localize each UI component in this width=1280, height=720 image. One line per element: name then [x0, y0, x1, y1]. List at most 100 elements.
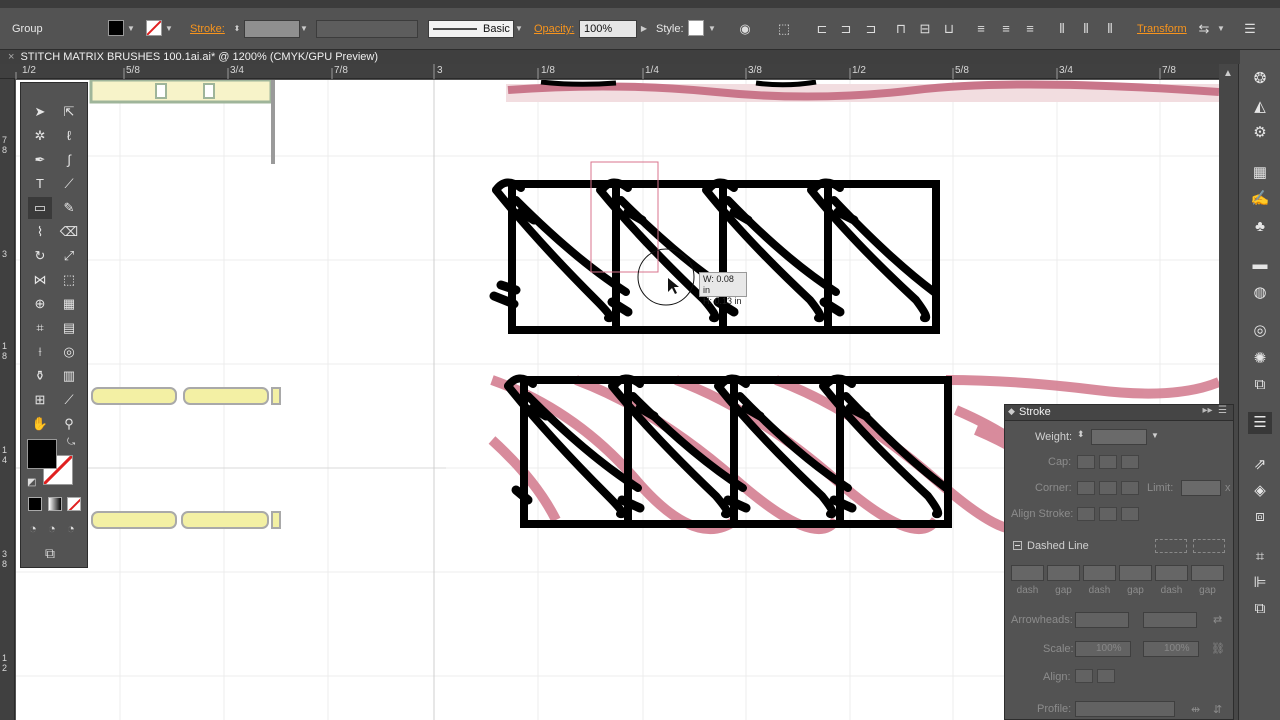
start-scale-field[interactable]: 100%	[1075, 641, 1131, 657]
artboards-icon[interactable]: ⧈	[1248, 506, 1272, 528]
swatches-icon[interactable]: ▦	[1248, 162, 1272, 184]
start-arrowhead-select[interactable]	[1075, 612, 1129, 628]
document-tab[interactable]: × STITCH MATRIX BRUSHES 100.1ai.ai* @ 120…	[0, 50, 1240, 64]
draw-normal-icon[interactable]: ◔	[29, 521, 37, 536]
align-left-icon[interactable]: ⊏	[814, 21, 830, 37]
magic-wand-icon[interactable]: ✲	[28, 125, 52, 147]
perspective-icon[interactable]: ▦	[57, 293, 81, 315]
align-hcenter-icon[interactable]: ⊐	[838, 21, 854, 37]
graphic-styles-icon[interactable]: ✺	[1248, 348, 1272, 370]
graphic-style-swatch[interactable]	[688, 20, 704, 36]
gap-field-3[interactable]	[1191, 565, 1224, 581]
symbols-icon[interactable]: ♣	[1248, 216, 1272, 238]
swap-colors-icon[interactable]: ⤿	[67, 437, 75, 448]
align-outside-icon[interactable]	[1121, 507, 1139, 521]
select-similar-icon[interactable]: ⬚	[776, 21, 792, 37]
opacity-label[interactable]: Opacity:	[534, 20, 574, 38]
export-icon[interactable]: ⇗	[1248, 454, 1272, 476]
selection-icon[interactable]: ➤	[28, 101, 52, 123]
distribute-right-icon[interactable]: ⦀	[1102, 21, 1118, 37]
gradient-panel-icon[interactable]: ▬	[1248, 254, 1272, 276]
fill-swatch[interactable]	[108, 20, 124, 36]
rotate-icon[interactable]: ↻	[28, 245, 52, 267]
mesh-icon[interactable]: ⌗	[28, 317, 52, 339]
link-scale-icon[interactable]: ⛓	[1211, 642, 1225, 655]
graph-icon[interactable]: ▥	[57, 365, 81, 387]
dash-field-3[interactable]	[1155, 565, 1188, 581]
distribute-hcenter-icon[interactable]: ⦀	[1078, 21, 1094, 37]
gap-field-1[interactable]	[1047, 565, 1080, 581]
screen-mode-icon[interactable]: ⧉	[45, 545, 55, 562]
align-dash-icon[interactable]	[1193, 539, 1225, 553]
variable-width-profile[interactable]	[316, 20, 418, 38]
align-panel-icon[interactable]: ⊫	[1248, 572, 1272, 594]
transform-link[interactable]: Transform	[1137, 20, 1187, 38]
stroke-weight-dropdown-icon[interactable]: ▼	[298, 20, 310, 38]
arrow-tip-beyond-icon[interactable]	[1075, 669, 1093, 683]
swap-arrowheads-icon[interactable]: ⇄	[1213, 613, 1222, 626]
pathfinder-icon[interactable]: ⧉	[1248, 598, 1272, 620]
dash-field-1[interactable]	[1011, 565, 1044, 581]
shape-builder-icon[interactable]: ⊕	[28, 293, 52, 315]
asset-export-icon[interactable]: ⧉	[1248, 374, 1272, 396]
slice-icon[interactable]: ⟋	[57, 389, 81, 411]
recolor-artwork-icon[interactable]: ◉	[737, 21, 753, 37]
draw-behind-icon[interactable]: ◔	[48, 521, 56, 536]
distribute-top-icon[interactable]: ≡	[973, 21, 989, 37]
align-right-icon[interactable]: ⊐	[863, 21, 879, 37]
brush-definition-field[interactable]: Basic	[428, 20, 514, 38]
eraser-icon[interactable]: ⌫	[57, 221, 81, 243]
flip-along-icon[interactable]: ⇹	[1191, 703, 1200, 716]
panel-expand-icon[interactable]: ◆	[1008, 406, 1015, 417]
butt-cap-icon[interactable]	[1077, 455, 1095, 469]
zoom-icon[interactable]: ⚲	[57, 413, 81, 435]
stroke-weight-field[interactable]	[244, 20, 300, 38]
appearance-icon[interactable]: ⚙	[1248, 122, 1272, 144]
transparency-icon[interactable]: ◍	[1248, 282, 1272, 304]
draw-inside-icon[interactable]: ◔	[67, 521, 75, 536]
color-guide-icon[interactable]: ◭	[1248, 96, 1272, 118]
none-mode-icon[interactable]	[67, 497, 81, 511]
distribute-left-icon[interactable]: ⦀	[1054, 21, 1070, 37]
transform-dropdown-icon[interactable]: ▼	[1215, 20, 1227, 38]
eyedropper-icon[interactable]: ⟊	[28, 341, 52, 363]
shaper-icon[interactable]: ⌇	[28, 221, 52, 243]
transform-panel-icon[interactable]: ⌗	[1248, 546, 1272, 568]
align-center-icon[interactable]	[1077, 507, 1095, 521]
width-icon[interactable]: ⋈	[28, 269, 52, 291]
pen-icon[interactable]: ✒	[28, 149, 52, 171]
cc-icon[interactable]: ◎	[1248, 320, 1272, 342]
style-dropdown-icon[interactable]: ▼	[706, 20, 718, 38]
control-bar-menu-icon[interactable]: ☰	[1242, 21, 1258, 37]
opacity-arrow-icon[interactable]: ▶	[638, 20, 650, 38]
layers-icon[interactable]: ◈	[1248, 480, 1272, 502]
fill-dropdown-icon[interactable]: ▼	[125, 20, 137, 38]
gradient-icon[interactable]: ▤	[57, 317, 81, 339]
color-mode-icon[interactable]	[28, 497, 42, 511]
square-cap-icon[interactable]	[1121, 455, 1139, 469]
align-top-icon[interactable]: ⊓	[893, 21, 909, 37]
panel-menu-icon[interactable]: ▸▸ ☰	[1202, 405, 1227, 416]
round-cap-icon[interactable]	[1099, 455, 1117, 469]
lasso-icon[interactable]: ℓ	[57, 125, 81, 147]
brush-dropdown-icon[interactable]: ▼	[513, 20, 525, 38]
align-bottom-icon[interactable]: ⊔	[941, 21, 957, 37]
preserve-dash-icon[interactable]	[1155, 539, 1187, 553]
free-transform-icon[interactable]: ⬚	[57, 269, 81, 291]
stroke-label[interactable]: Stroke:	[190, 20, 225, 38]
limit-field[interactable]	[1181, 480, 1221, 496]
direct-selection-icon[interactable]: ⇱	[57, 101, 81, 123]
stroke-panel-icon[interactable]: ☰	[1248, 412, 1272, 434]
stroke-dropdown-icon[interactable]: ▼	[163, 20, 175, 38]
paintbrush-icon[interactable]: ✎	[57, 197, 81, 219]
profile-select[interactable]	[1075, 701, 1175, 717]
line-icon[interactable]: ⟋	[57, 173, 81, 195]
weight-dropdown-icon[interactable]: ▼	[1151, 431, 1159, 440]
stroke-panel-header[interactable]: ◆ Stroke ▸▸ ☰	[1005, 405, 1233, 421]
hand-icon[interactable]: ✋	[28, 413, 52, 435]
bevel-join-icon[interactable]	[1121, 481, 1139, 495]
dash-field-2[interactable]	[1083, 565, 1116, 581]
arrow-tip-at-end-icon[interactable]	[1097, 669, 1115, 683]
gap-field-2[interactable]	[1119, 565, 1152, 581]
default-colors-icon[interactable]: ◩	[27, 477, 36, 488]
